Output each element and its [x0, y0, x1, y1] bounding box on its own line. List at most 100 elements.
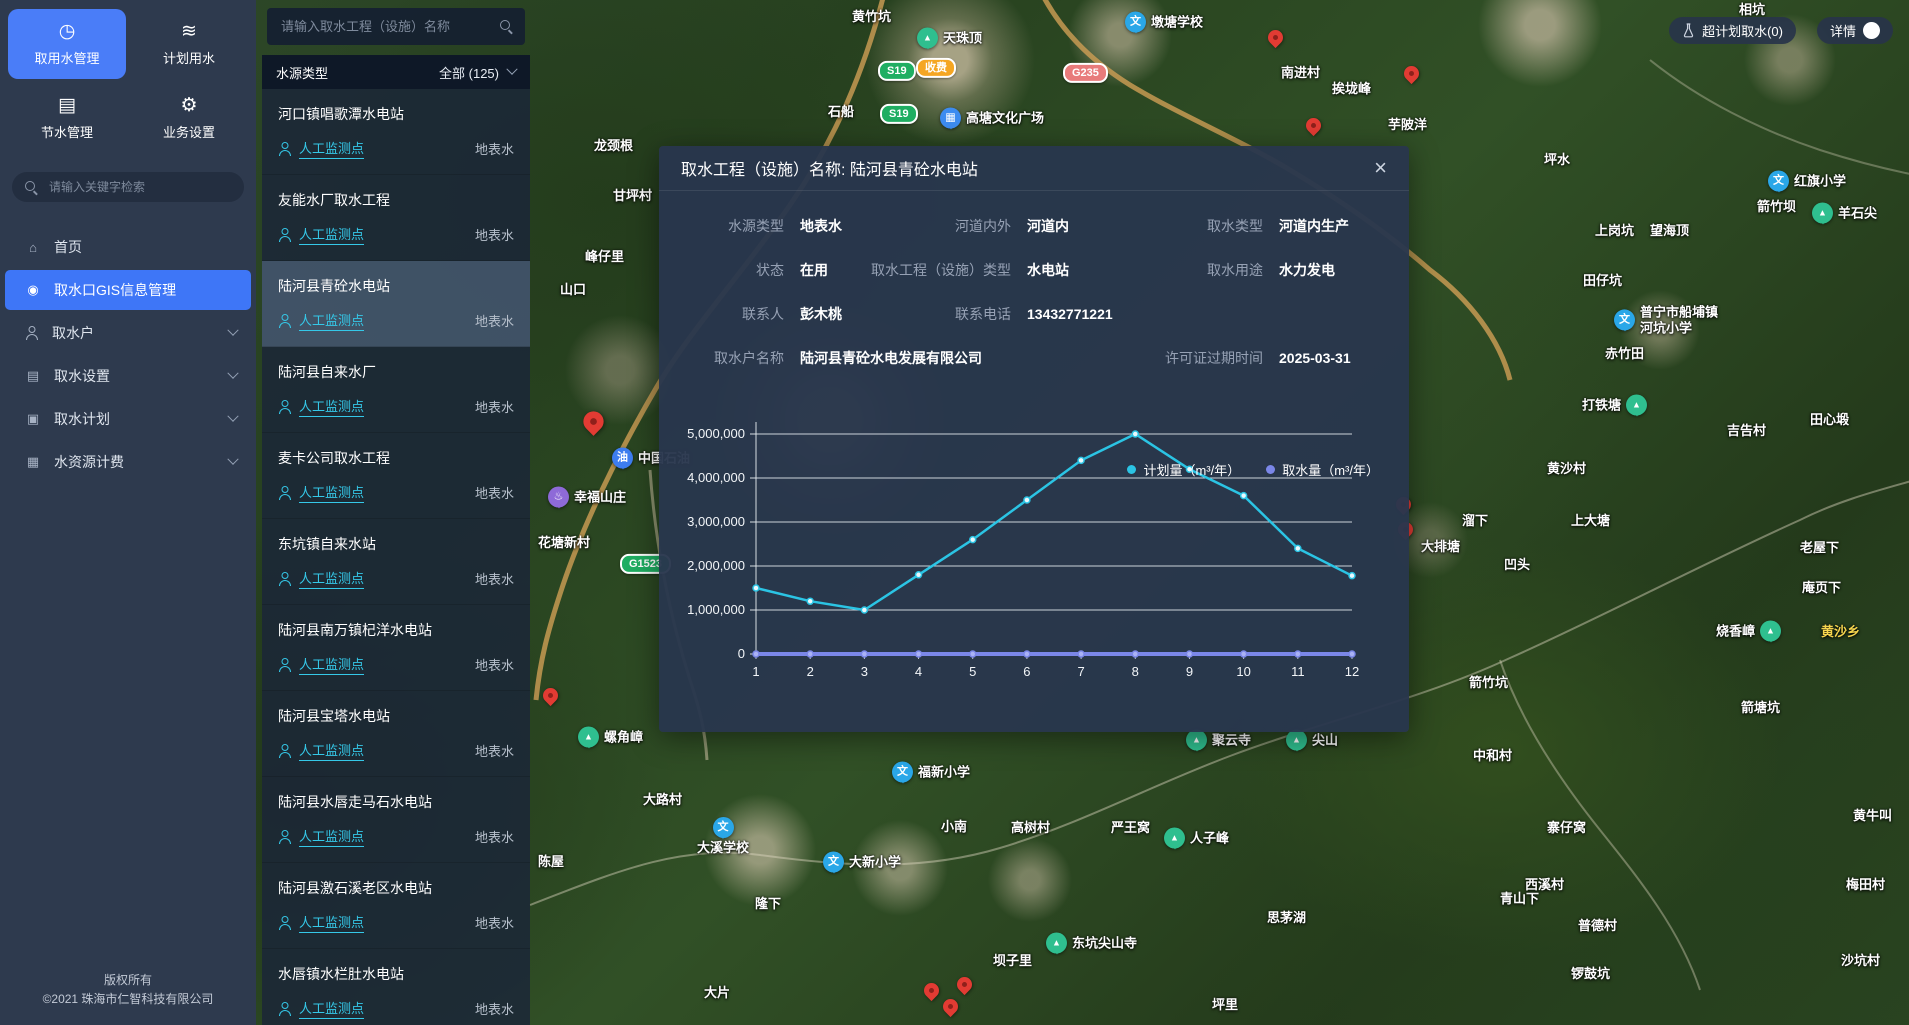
map-label-mountain[interactable]: 烧香嶂▲ [1716, 621, 1781, 642]
map-label-mountain[interactable]: ▲羊石尖 [1812, 203, 1877, 224]
person-icon [278, 314, 292, 328]
map-label-badge-red[interactable]: G235 [1063, 63, 1108, 83]
water-type: 地表水 [475, 483, 514, 502]
station-list-item[interactable]: 陆河县青砼水电站人工监测点地表水 [262, 261, 530, 347]
station-search[interactable] [267, 8, 525, 45]
monitor-type-link[interactable]: 人工监测点 [299, 396, 364, 417]
map-label-mountain[interactable]: ▲天珠顶 [917, 28, 982, 49]
map-label-badge-green[interactable]: S19 [880, 104, 918, 124]
map-label-plain: 山口 [560, 282, 586, 298]
map-label-mountain[interactable]: 打铁塘▲ [1582, 395, 1647, 416]
road-badge: S19 [878, 61, 916, 81]
filter-dropdown[interactable]: 全部 (125) [439, 63, 516, 82]
monitor-type-link[interactable]: 人工监测点 [299, 998, 364, 1019]
red-pin-marker[interactable] [579, 407, 608, 436]
station-sub-row: 人工监测点地表水 [278, 998, 514, 1019]
map-label-school[interactable]: 文大溪学校 [697, 817, 749, 856]
map-label-plain: 南进村 [1281, 65, 1320, 81]
sidebar-item[interactable]: ▤取水设置 [5, 356, 251, 396]
map-label-building[interactable]: ▦高塘文化广场 [940, 108, 1044, 129]
sidebar-item[interactable]: ◉取水口GIS信息管理 [5, 270, 251, 310]
station-list-item[interactable]: 陆河县宝塔水电站人工监测点地表水 [262, 691, 530, 777]
sidebar-item-label: 取水口GIS信息管理 [54, 280, 176, 300]
monitor-type-link[interactable]: 人工监测点 [299, 224, 364, 245]
map-label-school[interactable]: 文墩塘学校 [1125, 12, 1203, 33]
close-icon[interactable]: × [1374, 157, 1387, 179]
legend-label: 取水量（m³/年） [1282, 460, 1379, 479]
map-label-temple[interactable]: ▲聚云寺 [1186, 730, 1251, 751]
station-list-item[interactable]: 陆河县水唇走马石水电站人工监测点地表水 [262, 777, 530, 863]
map-label-resort[interactable]: ♨幸福山庄 [548, 487, 626, 508]
sidebar-item[interactable]: ⌂首页 [5, 227, 251, 267]
detail-toggle[interactable]: 详情 [1817, 17, 1893, 44]
map-label-mountain[interactable]: ▲尖山 [1286, 730, 1338, 751]
svg-text:4,000,000: 4,000,000 [687, 470, 745, 485]
red-pin-marker[interactable] [1303, 115, 1324, 136]
legend-item[interactable]: 计划量（m³/年） [1127, 460, 1240, 479]
svg-text:9: 9 [1186, 664, 1193, 679]
map-label-school[interactable]: 文福新小学 [892, 762, 970, 783]
app-button-waves[interactable]: ≋计划用水 [130, 9, 248, 79]
sidebar-item[interactable]: ▦水资源计费 [5, 442, 251, 482]
monitor-type-link[interactable]: 人工监测点 [299, 912, 364, 933]
red-pin-marker[interactable] [954, 974, 975, 995]
red-pin-marker[interactable] [540, 685, 561, 706]
monitor-type-link[interactable]: 人工监测点 [299, 568, 364, 589]
school-marker-icon: 文 [823, 852, 844, 873]
station-list-item[interactable]: 东坑镇自来水站人工监测点地表水 [262, 519, 530, 605]
monitor-type-link[interactable]: 人工监测点 [299, 310, 364, 331]
map-label-school[interactable]: 文普宁市船埔镇 河坑小学 [1614, 304, 1718, 335]
sidebar-item[interactable]: ▣取水计划 [5, 399, 251, 439]
monitor-type-link[interactable]: 人工监测点 [299, 740, 364, 761]
monitor-type-link[interactable]: 人工监测点 [299, 138, 364, 159]
over-plan-button[interactable]: 超计划取水(0) [1669, 17, 1796, 44]
station-list-item[interactable]: 友能水厂取水工程人工监测点地表水 [262, 175, 530, 261]
map-label-temple[interactable]: ▲东坑尖山寺 [1046, 933, 1137, 954]
station-list-item[interactable]: 陆河县自来水厂人工监测点地表水 [262, 347, 530, 433]
map-label-plain: 寨仔窝 [1547, 820, 1586, 836]
field-label: 取水类型 [1193, 216, 1263, 236]
map-label-plain: 相坑 [1739, 2, 1765, 18]
station-list-item[interactable]: 陆河县激石溪老区水电站人工监测点地表水 [262, 863, 530, 949]
app-button-gear[interactable]: ⚙业务设置 [130, 83, 248, 153]
red-pin-marker[interactable] [1401, 63, 1422, 84]
app-button-gauge[interactable]: ◷取用水管理 [8, 9, 126, 79]
svg-text:2,000,000: 2,000,000 [687, 558, 745, 573]
app-button-label: 节水管理 [41, 122, 93, 141]
station-list-item[interactable]: 麦卡公司取水工程人工监测点地表水 [262, 433, 530, 519]
map-label-badge-orange[interactable]: 收费 [916, 58, 956, 78]
map-label-mountain[interactable]: ▲人子峰 [1164, 828, 1229, 849]
red-pin-marker[interactable] [921, 980, 942, 1001]
map-label-school[interactable]: 文大新小学 [823, 852, 901, 873]
field-value: 河道内生产 [1279, 216, 1381, 236]
monitor-type-link[interactable]: 人工监测点 [299, 654, 364, 675]
red-pin-marker[interactable] [940, 996, 961, 1017]
station-list-item[interactable]: 水唇镇水栏肚水电站人工监测点地表水 [262, 949, 530, 1025]
map-label-school[interactable]: 文红旗小学 [1768, 171, 1846, 192]
app-button-label: 业务设置 [163, 122, 215, 141]
field-label: 许可证过期时间 [1027, 348, 1263, 368]
map-label-text: 高塘文化广场 [966, 110, 1044, 126]
sidebar-item[interactable]: 取水户 [5, 313, 251, 353]
monitor-type-link[interactable]: 人工监测点 [299, 482, 364, 503]
map-label-plain: 赤竹田 [1605, 346, 1644, 362]
app-button-notebook[interactable]: ▤节水管理 [8, 83, 126, 153]
map-label-plain: 坪水 [1544, 152, 1570, 168]
person-icon [278, 744, 292, 758]
map-label-mountain[interactable]: ▲螺角嶂 [578, 727, 643, 748]
toggle-switch[interactable] [1863, 22, 1880, 39]
station-search-input[interactable] [279, 18, 492, 35]
chevron-down-icon [227, 325, 238, 336]
sidebar-item-label: 取水户 [52, 323, 94, 343]
station-list-item[interactable]: 河口镇唱歌潭水电站人工监测点地表水 [262, 89, 530, 175]
legend-item[interactable]: 取水量（m³/年） [1266, 460, 1379, 479]
school-marker-icon: 文 [1768, 171, 1789, 192]
monitor-type-link[interactable]: 人工监测点 [299, 826, 364, 847]
sidebar-search-input[interactable] [47, 179, 231, 195]
sidebar-search[interactable] [12, 172, 244, 202]
station-list-item[interactable]: 陆河县南万镇杞洋水电站人工监测点地表水 [262, 605, 530, 691]
field-label: 河道内外 [931, 216, 1011, 236]
red-pin-marker[interactable] [1265, 27, 1286, 48]
sidebar-item-label: 取水计划 [54, 409, 110, 429]
map-label-badge-green[interactable]: S19 [878, 61, 916, 81]
